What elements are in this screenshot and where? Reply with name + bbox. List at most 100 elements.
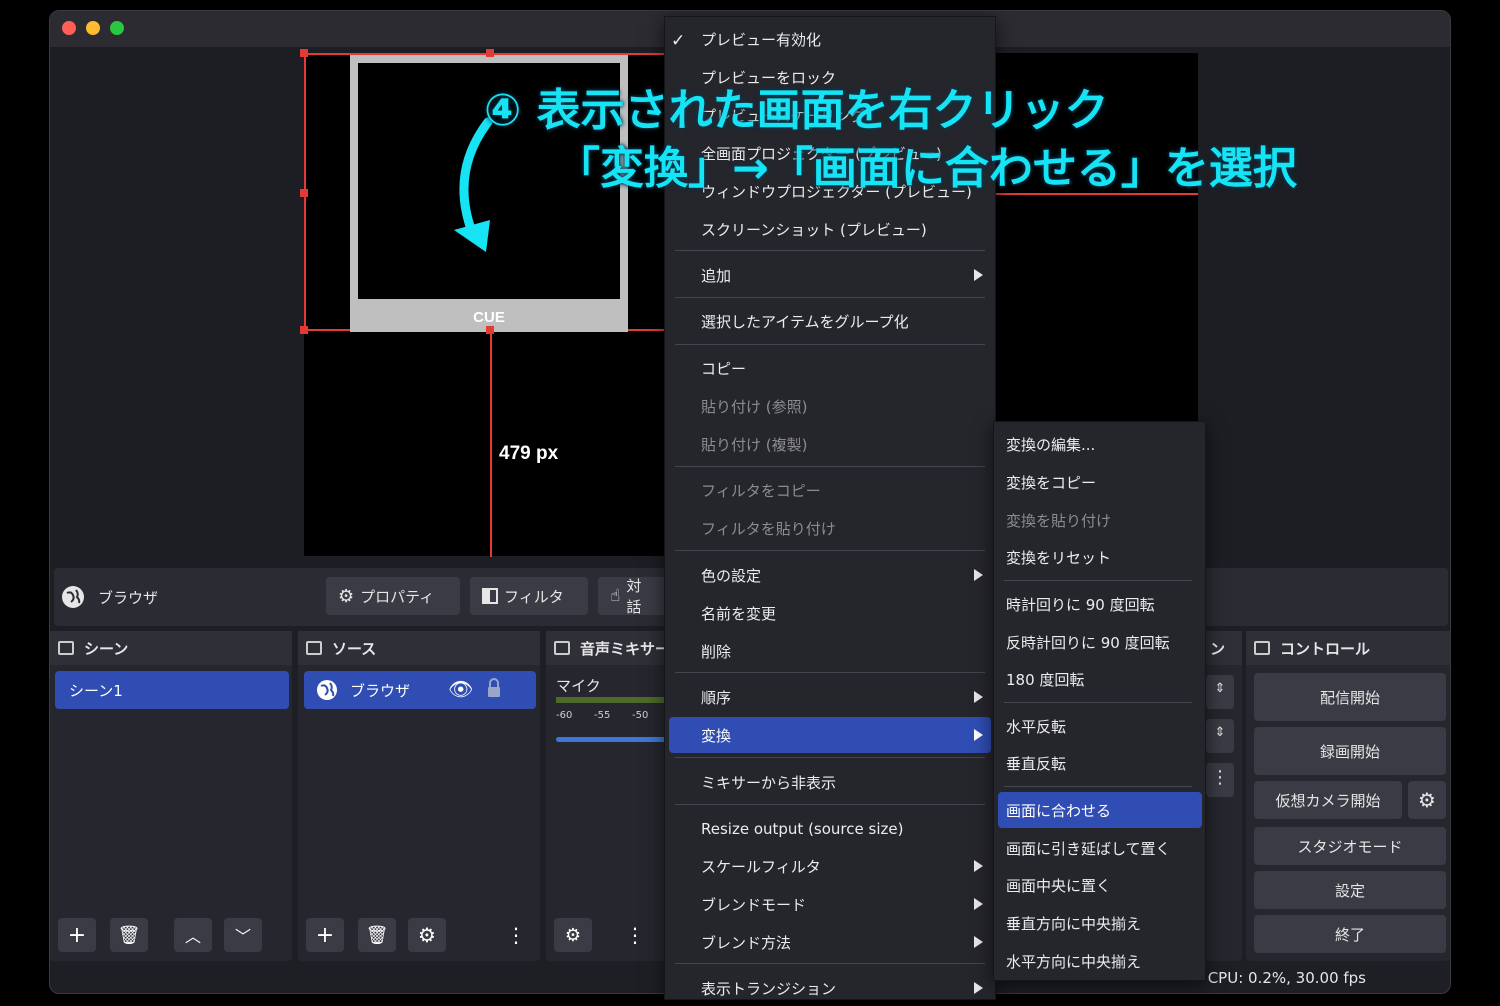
transitions-dock-header: ン: [1202, 631, 1242, 665]
add-source-button[interactable]: +: [306, 918, 344, 952]
transform-menu-item[interactable]: 水平反転: [998, 708, 1202, 744]
context-menu-item[interactable]: ミキサーから非表示: [669, 764, 991, 800]
transform-menu-item[interactable]: 画面中央に置く: [998, 867, 1202, 903]
transform-menu-item[interactable]: 水平方向に中央揃え: [998, 943, 1202, 979]
context-menu-item[interactable]: 名前を変更: [669, 595, 991, 631]
kebab-menu-icon: ⋮: [506, 923, 526, 947]
gear-icon: ⚙: [338, 585, 355, 607]
menu-item-label: スクリーンショット (プレビュー): [701, 220, 927, 239]
menu-item-label: ブレンド方法: [701, 933, 792, 952]
eye-icon[interactable]: 👁: [448, 677, 473, 701]
transform-menu-item[interactable]: 画面に引き延ばして置く: [998, 830, 1202, 866]
trash-icon: 🗑: [365, 924, 389, 946]
controls-dock: コントロール 配信開始 録画開始 仮想カメラ開始 ⚙ スタジオモード 設定 終了: [1246, 631, 1450, 961]
transform-menu-item[interactable]: 垂直反転: [998, 745, 1202, 781]
resize-handle-l[interactable]: [300, 189, 308, 197]
cue-label: CUE: [473, 309, 505, 326]
transform-menu-item[interactable]: 画面に合わせる: [998, 792, 1202, 828]
context-menu-item[interactable]: スケールフィルタ: [669, 848, 991, 884]
transition-more-button[interactable]: ⋮: [1206, 763, 1234, 797]
submenu-arrow-icon: [974, 898, 983, 910]
resize-handle-bl[interactable]: [300, 326, 308, 334]
globe-icon: [62, 586, 84, 608]
transform-menu-item: 変換を貼り付け: [998, 502, 1202, 538]
transition-select-stepper[interactable]: ⇕: [1206, 675, 1234, 709]
dock-window-icon: [58, 641, 74, 655]
transform-menu-item[interactable]: 変換の編集...: [998, 426, 1202, 462]
menu-separator: [675, 804, 985, 805]
volume-slider[interactable]: [556, 737, 676, 742]
mixer-dock-header: 音声ミキサー: [546, 631, 676, 665]
menu-item-label: ブレンドモード: [701, 895, 807, 914]
filters-button[interactable]: フィルタ: [470, 577, 588, 615]
remove-scene-button[interactable]: 🗑: [110, 918, 148, 952]
remove-source-button[interactable]: 🗑: [358, 918, 396, 952]
transform-menu-item[interactable]: 変換をコピー: [998, 464, 1202, 500]
context-menu-item[interactable]: ブレンドモード: [669, 886, 991, 922]
transform-menu-item[interactable]: 反時計回りに 90 度回転: [998, 624, 1202, 660]
duration-stepper[interactable]: ⇕: [1206, 719, 1234, 753]
context-menu-item[interactable]: プレビュー有効化: [669, 21, 991, 57]
context-menu-item[interactable]: 色の設定: [669, 557, 991, 593]
gears-icon: ⚙: [564, 924, 582, 946]
annotation-line-1: ④ 表示された画面を右クリック: [484, 85, 1109, 136]
plus-icon: +: [315, 922, 335, 948]
gear-icon: ⚙: [418, 923, 436, 947]
studio-mode-button[interactable]: スタジオモード: [1254, 827, 1446, 865]
move-scene-down-button[interactable]: ﹀: [224, 918, 262, 952]
resize-handle-t[interactable]: [486, 49, 494, 57]
menu-item-label: 貼り付け (複製): [701, 435, 808, 454]
lock-icon[interactable]: [486, 677, 500, 697]
distance-guide-line: [490, 331, 492, 557]
context-menu-item[interactable]: ブレンド方法: [669, 924, 991, 960]
filter-icon: [482, 588, 498, 604]
move-scene-up-button[interactable]: ︿: [174, 918, 212, 952]
resize-handle-b[interactable]: [486, 326, 494, 334]
resize-handle-tl[interactable]: [300, 49, 308, 57]
transform-menu-item[interactable]: 時計回りに 90 度回転: [998, 586, 1202, 622]
context-menu-item: 貼り付け (複製): [669, 426, 991, 462]
globe-icon: [316, 679, 338, 705]
context-menu-item[interactable]: 選択したアイテムをグループ化: [669, 303, 991, 339]
transform-menu-item[interactable]: 変換をリセット: [998, 539, 1202, 575]
dock-window-icon: [1254, 641, 1270, 655]
mixer-advanced-button[interactable]: ⚙: [554, 918, 592, 952]
context-menu-item[interactable]: コピー: [669, 350, 991, 386]
chevron-up-icon: ︿: [184, 927, 201, 946]
transform-menu-item[interactable]: 180 度回転: [998, 661, 1202, 697]
scene-item[interactable]: シーン1: [55, 671, 289, 709]
context-menu-item[interactable]: 削除: [669, 633, 991, 669]
properties-button[interactable]: ⚙ プロパティ: [326, 577, 460, 615]
start-streaming-button[interactable]: 配信開始: [1254, 673, 1446, 721]
selected-source-name: ブラウザ: [98, 589, 159, 607]
submenu-arrow-icon: [974, 860, 983, 872]
menu-item-label: プレビュー有効化: [701, 30, 822, 49]
exit-button[interactable]: 終了: [1254, 915, 1446, 953]
source-more-button[interactable]: ⋮: [502, 918, 530, 952]
context-menu-item[interactable]: スクリーンショット (プレビュー): [669, 211, 991, 247]
source-properties-button[interactable]: ⚙: [408, 918, 446, 952]
mixer-more-button[interactable]: ⋮: [620, 918, 650, 952]
menu-item-label: フィルタを貼り付け: [701, 519, 836, 538]
context-menu-item[interactable]: 順序: [669, 679, 991, 715]
add-scene-button[interactable]: +: [58, 918, 96, 952]
source-item[interactable]: ブラウザ 👁: [304, 671, 536, 709]
scenes-dock: シーン シーン1 + 🗑 ︿ ﹀: [50, 631, 292, 961]
distance-label: 479 px: [499, 443, 559, 464]
context-menu-item[interactable]: 変換: [669, 717, 991, 753]
transform-menu-item[interactable]: 垂直方向に中央揃え: [998, 905, 1202, 941]
menu-separator: [1004, 702, 1192, 703]
start-recording-button[interactable]: 録画開始: [1254, 727, 1446, 775]
menu-separator: [1004, 580, 1192, 581]
context-menu-item[interactable]: Resize output (source size): [669, 811, 991, 847]
menu-item-label: 変換: [701, 726, 732, 745]
interact-button[interactable]: ☝ 対話: [598, 577, 668, 616]
context-menu-item[interactable]: 追加: [669, 257, 991, 293]
menu-item-label: 180 度回転: [1006, 670, 1085, 689]
kebab-menu-icon: ⋮: [625, 923, 645, 947]
start-virtual-camera-button[interactable]: 仮想カメラ開始: [1254, 781, 1402, 819]
settings-button[interactable]: 設定: [1254, 871, 1446, 909]
sources-dock: ソース ブラウザ 👁 + 🗑 ⚙ ⋮: [298, 631, 540, 961]
context-menu-item[interactable]: 表示トランジション: [669, 970, 991, 1006]
virtual-camera-settings-button[interactable]: ⚙: [1408, 781, 1446, 819]
